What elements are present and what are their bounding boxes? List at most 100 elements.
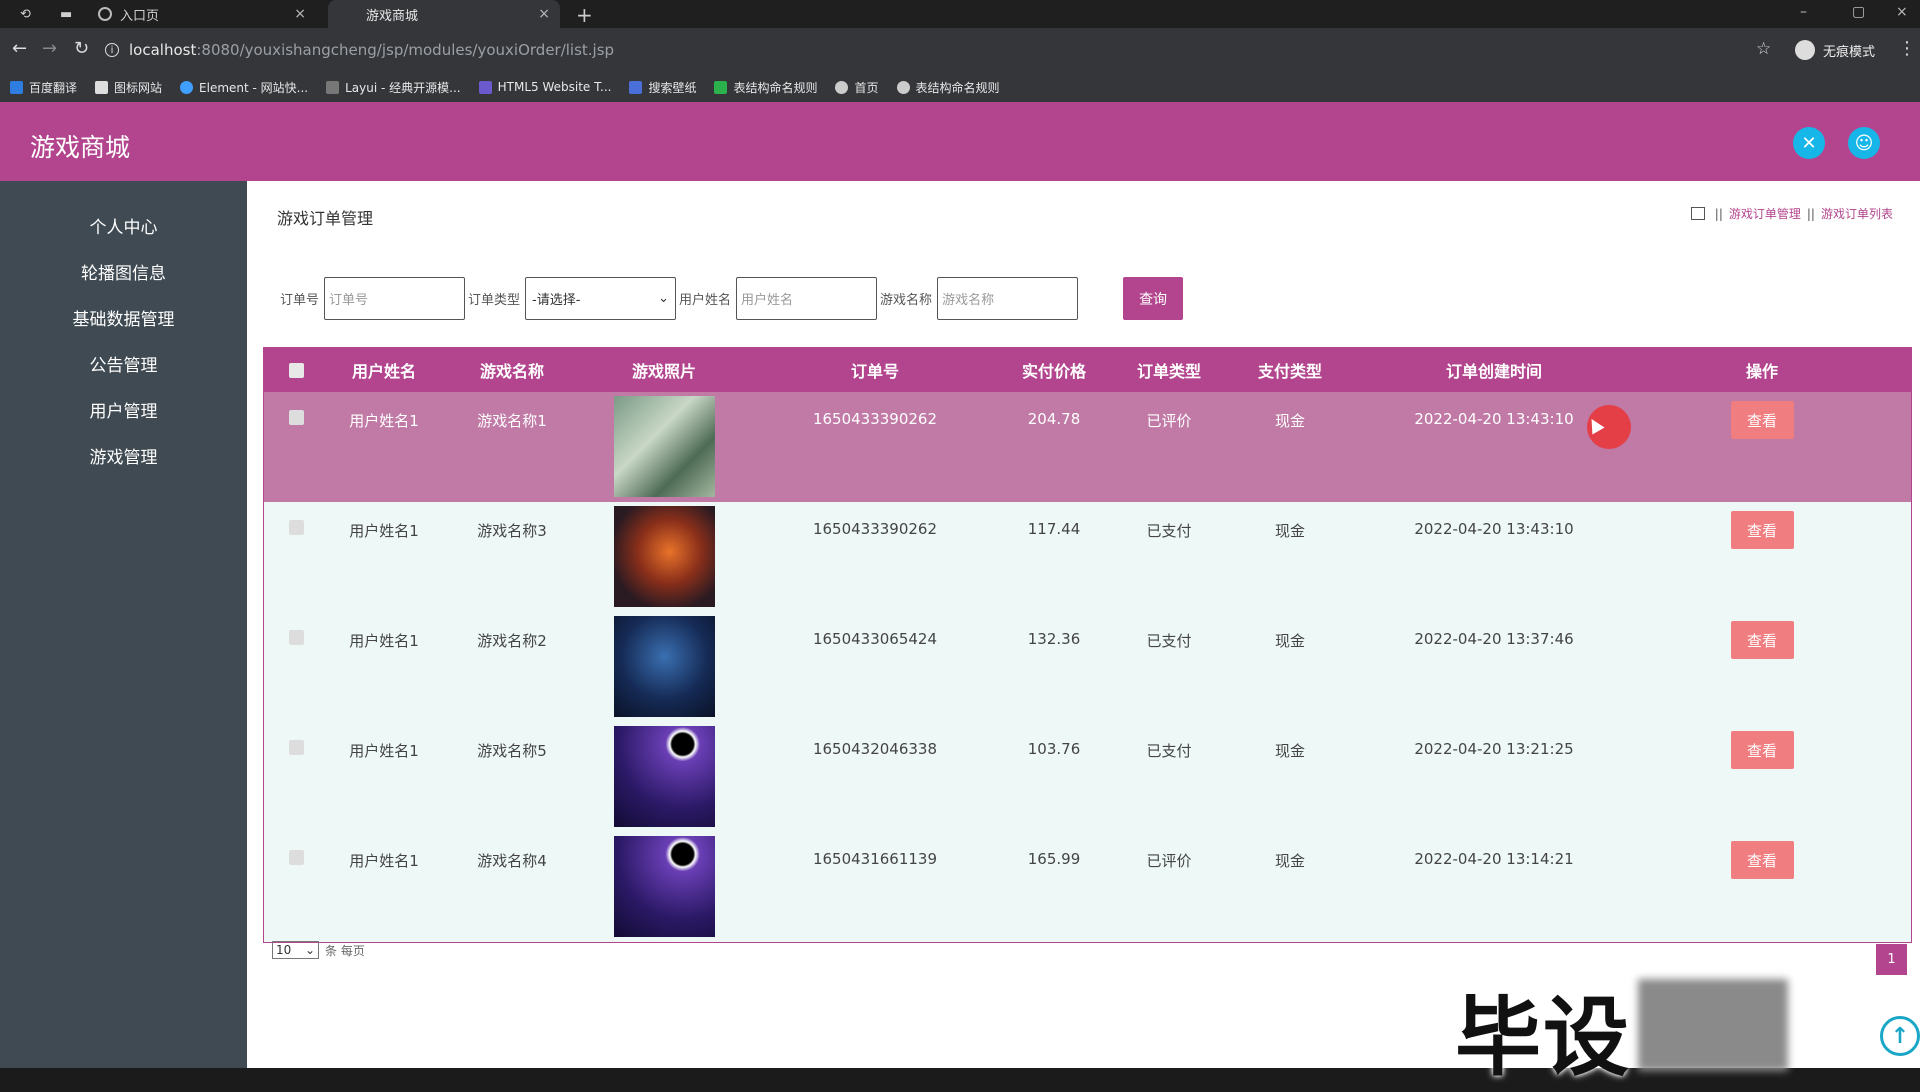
bookmark-item[interactable]: 表结构命名规则 [896, 79, 1000, 96]
page-size-label: 条 每页 [325, 943, 365, 958]
app-root: 游戏商城 ✕ ☺ 个人中心 轮播图信息 基础数据管理 公告管理 用户管理 游戏管… [0, 102, 1920, 1088]
table-row[interactable]: 用户姓名1 游戏名称1 1650433390262 204.78 已评价 现金 … [264, 392, 1911, 502]
row-checkbox[interactable] [288, 520, 304, 535]
cell-game: 游戏名称1 [477, 412, 547, 430]
game-thumbnail [613, 506, 715, 607]
element-icon [180, 80, 194, 94]
tab-title: 游戏商城 [366, 8, 419, 24]
order-type-label: 订单类型 [468, 293, 521, 308]
cell-time: 2022-04-20 13:14:21 [1414, 850, 1574, 868]
close-tab-icon[interactable]: × [538, 6, 550, 22]
cell-price: 132.36 [1027, 630, 1081, 648]
reload-icon[interactable]: ↻ [74, 38, 89, 59]
bookmark-item[interactable]: 搜索壁纸 [629, 79, 696, 96]
table-row[interactable]: 用户姓名1 游戏名称3 1650433390262 117.44 已支付 现金 … [264, 502, 1911, 612]
row-checkbox[interactable] [288, 630, 304, 645]
flag-icon [95, 80, 109, 94]
view-button[interactable]: 查看 [1730, 841, 1794, 879]
breadcrumb-item[interactable]: 游戏订单列表 [1821, 205, 1893, 222]
cell-game: 游戏名称2 [477, 632, 547, 650]
home-icon[interactable] [1690, 207, 1705, 220]
site-info-icon[interactable]: i [105, 43, 119, 57]
row-checkbox[interactable] [288, 850, 304, 865]
incognito-icon [1795, 40, 1815, 60]
bookmark-item[interactable]: HTML5 Website T... [478, 80, 611, 94]
row-checkbox[interactable] [288, 740, 304, 755]
query-button[interactable]: 查询 [1123, 277, 1184, 320]
view-button[interactable]: 查看 [1730, 621, 1794, 659]
select-all-checkbox[interactable] [288, 362, 304, 378]
translate-icon [10, 80, 23, 94]
cell-time: 2022-04-20 13:37:46 [1414, 630, 1574, 648]
bookmark-item[interactable]: 图标网站 [95, 79, 162, 96]
cell-order-type: 已支付 [1146, 742, 1192, 760]
table-row[interactable]: 用户姓名1 游戏名称4 1650431661139 165.99 已评价 现金 … [264, 832, 1911, 942]
tab-active[interactable]: 游戏商城 × [328, 0, 560, 28]
watermark-text: 毕设 [1455, 988, 1631, 1088]
row-checkbox[interactable] [288, 410, 304, 425]
sidebar-item-basedata[interactable]: 基础数据管理 [0, 294, 247, 340]
html5-icon [478, 80, 492, 94]
view-button[interactable]: 查看 [1730, 731, 1794, 769]
game-thumbnail [613, 726, 715, 827]
cell-time: 2022-04-20 13:43:10 [1414, 520, 1574, 538]
minimize-icon[interactable]: – [1800, 4, 1807, 20]
cell-pay-type: 现金 [1274, 852, 1305, 870]
bookmark-item[interactable]: 首页 [835, 79, 879, 96]
sidebar-item-profile[interactable]: 个人中心 [0, 202, 247, 248]
game-thumbnail [613, 836, 715, 937]
bookmark-item[interactable]: Layui - 经典开源模... [326, 79, 461, 96]
table-header: 用户姓名 游戏名称 游戏照片 订单号 实付价格 订单类型 支付类型 订单创建时间… [264, 348, 1911, 392]
cell-pay-type: 现金 [1274, 412, 1305, 430]
back-icon[interactable]: ← [12, 38, 27, 59]
url-field[interactable]: i localhost:8080/youxishangcheng/jsp/mod… [105, 35, 1785, 65]
bookmarks-bar: 百度翻译 图标网站 Element - 网站快... Layui - 经典开源模… [0, 72, 1920, 102]
tab-entry[interactable]: 入口页 × [88, 0, 316, 28]
fullscreen-icon[interactable]: ✕ [1793, 127, 1825, 159]
bookmark-item[interactable]: 百度翻译 [10, 79, 77, 96]
close-tab-icon[interactable]: × [294, 6, 306, 22]
user-name-input[interactable]: 用户姓名 [736, 277, 878, 320]
page-size-select[interactable]: 10 ⌄ [272, 941, 319, 959]
sidebar-item-notice[interactable]: 公告管理 [0, 340, 247, 386]
breadcrumb-item[interactable]: 游戏订单管理 [1729, 205, 1801, 222]
order-type-value: -请选择- [532, 293, 581, 308]
chevron-down-icon: ⌄ [658, 291, 670, 306]
browser-menu-kebab-icon[interactable]: ⋮ [1898, 38, 1916, 59]
sidebar: 个人中心 轮播图信息 基础数据管理 公告管理 用户管理 游戏管理 [0, 181, 247, 1068]
cell-order: 1650431661139 [812, 850, 938, 868]
browser-tab-bar: ⟲ ▬ 入口页 × 游戏商城 × + – ▢ × [0, 0, 1920, 28]
cell-user: 用户姓名1 [349, 632, 419, 650]
maximize-icon[interactable]: ▢ [1852, 4, 1865, 20]
sidebar-item-carousel[interactable]: 轮播图信息 [0, 248, 247, 294]
tab-strip-icon[interactable]: ▬ [50, 0, 80, 28]
column-header: 订单类型 [1136, 362, 1201, 381]
layui-icon [326, 80, 340, 94]
browser-menu-icon[interactable]: ⟲ [10, 0, 40, 28]
bookmark-item[interactable]: Element - 网站快... [180, 79, 308, 96]
cell-price: 165.99 [1027, 850, 1081, 868]
main-content: 游戏订单管理 || 游戏订单管理 || 游戏订单列表 订单号 订单号 订单类型 … [247, 181, 1920, 1068]
sidebar-item-users[interactable]: 用户管理 [0, 386, 247, 432]
view-button[interactable]: 查看 [1730, 401, 1794, 439]
breadcrumb: || 游戏订单管理 || 游戏订单列表 [1690, 205, 1893, 222]
cell-user: 用户姓名1 [349, 852, 419, 870]
bookmark-star-icon[interactable]: ☆ [1756, 39, 1771, 59]
pagination-page-1[interactable]: 1 [1876, 944, 1907, 975]
forward-icon[interactable]: → [42, 38, 57, 59]
view-button[interactable]: 查看 [1730, 511, 1794, 549]
new-tab-button[interactable]: + [576, 3, 593, 27]
close-window-icon[interactable]: × [1896, 4, 1908, 20]
table-row[interactable]: 用户姓名1 游戏名称2 1650433065424 132.36 已支付 现金 … [264, 612, 1911, 722]
order-type-select[interactable]: -请选择- ⌄ [525, 277, 677, 320]
incognito-indicator[interactable]: 无痕模式 [1795, 40, 1875, 60]
user-avatar-icon[interactable]: ☺ [1848, 127, 1880, 159]
bookmark-item[interactable]: 表结构命名规则 [714, 79, 817, 96]
order-no-input[interactable]: 订单号 [324, 277, 466, 320]
tab-title: 入口页 [120, 8, 160, 24]
back-to-top-icon[interactable]: ↑ [1880, 1016, 1920, 1056]
cell-price: 204.78 [1027, 410, 1081, 428]
game-name-input[interactable]: 游戏名称 [937, 277, 1079, 320]
table-row[interactable]: 用户姓名1 游戏名称5 1650432046338 103.76 已支付 现金 … [264, 722, 1911, 832]
sidebar-item-games[interactable]: 游戏管理 [0, 432, 247, 478]
